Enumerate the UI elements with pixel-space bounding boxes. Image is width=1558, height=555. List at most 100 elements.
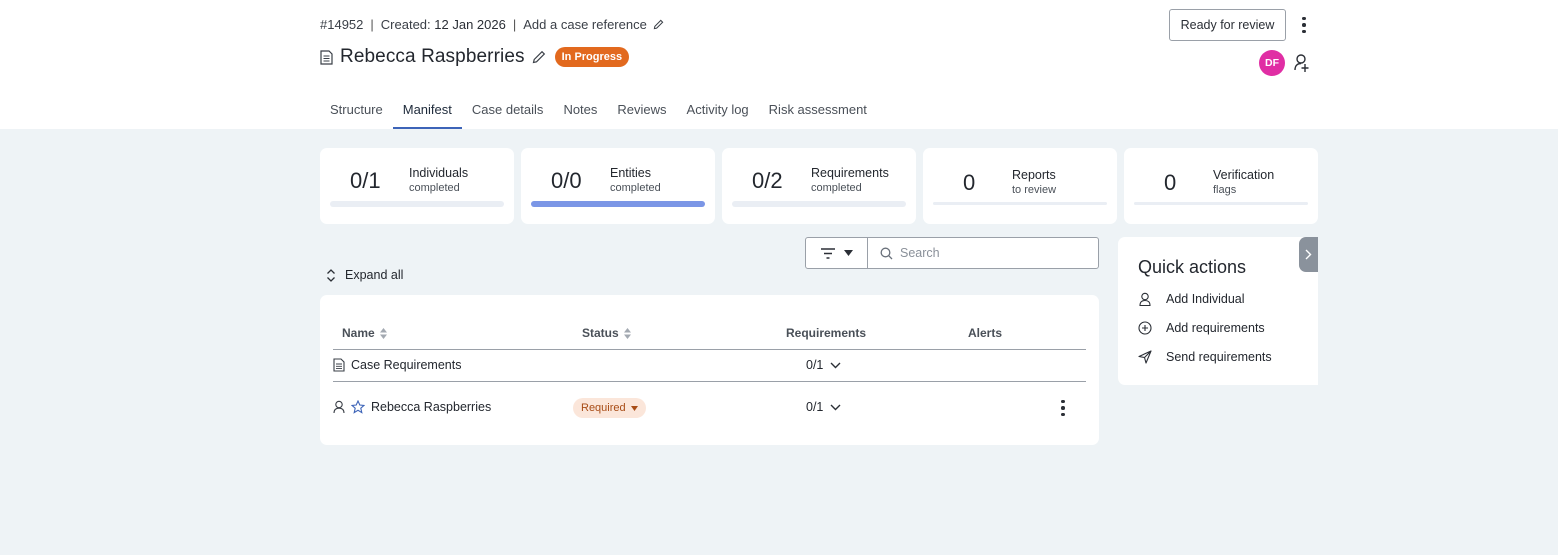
- table-divider: [333, 349, 1086, 350]
- column-header-label: Status: [582, 326, 619, 340]
- search-input[interactable]: [900, 246, 1080, 260]
- stat-value: 0: [1164, 170, 1177, 195]
- assign-user-icon[interactable]: [1293, 53, 1311, 73]
- requirements-dropdown[interactable]: 0/1: [806, 358, 841, 372]
- filter-button[interactable]: [805, 237, 868, 269]
- stat-label: Verification: [1213, 168, 1275, 182]
- stat-label: Reports: [1012, 168, 1056, 182]
- caret-down-icon: [630, 405, 638, 411]
- ready-for-review-button[interactable]: Ready for review: [1169, 9, 1286, 41]
- add-requirements-action[interactable]: Add requirements: [1138, 321, 1265, 335]
- progress-bar: [531, 201, 705, 207]
- stat-card-verification: 0 Verification flags: [1124, 148, 1318, 224]
- sort-icon: [379, 327, 387, 339]
- created-date-value: 12 Jan 2026: [434, 17, 506, 32]
- person-icon: [333, 400, 345, 414]
- stat-label: Individuals: [409, 166, 469, 180]
- tab-bar: Structure Manifest Case details Notes Re…: [320, 98, 877, 129]
- column-header-name[interactable]: Name: [342, 326, 387, 340]
- add-case-reference-link[interactable]: Add a case reference: [523, 17, 647, 32]
- status-badge: In Progress: [554, 47, 630, 67]
- stat-sub: completed: [409, 182, 460, 194]
- requirements-dropdown[interactable]: 0/1: [806, 400, 841, 414]
- stat-value: 0/2: [752, 168, 783, 193]
- column-header-status[interactable]: Status: [582, 326, 631, 340]
- column-header-requirements: Requirements: [786, 326, 866, 340]
- row-more-options-icon[interactable]: [1056, 399, 1070, 417]
- divider: [1134, 202, 1308, 205]
- stat-sub: to review: [1012, 184, 1057, 196]
- expand-icon: [327, 268, 335, 282]
- plus-circle-icon: [1138, 321, 1152, 335]
- status-label: Required: [581, 402, 626, 414]
- quick-action-label: Send requirements: [1166, 350, 1272, 364]
- stat-card-individuals: 0/1 Individuals completed: [320, 148, 514, 224]
- case-id: #14952: [320, 17, 364, 32]
- stat-card-entities: 0/0 Entities completed: [521, 148, 715, 224]
- column-header-label: Requirements: [786, 326, 867, 340]
- person-icon: [1139, 292, 1151, 306]
- search-box: [867, 237, 1099, 269]
- stat-sub: completed: [610, 182, 661, 194]
- collapse-panel-button[interactable]: [1299, 237, 1318, 272]
- row-name: Case Requirements: [351, 358, 462, 372]
- more-options-icon[interactable]: [1296, 14, 1312, 36]
- table-row-case-requirements[interactable]: Case Requirements: [333, 358, 461, 372]
- requirements-count: 0/1: [806, 400, 824, 414]
- meta-separator: |: [370, 17, 374, 32]
- case-meta: #14952 | Created: 12 Jan 2026 | Add a ca…: [320, 17, 664, 32]
- created-label: Created:: [380, 17, 431, 32]
- filter-icon: [820, 247, 835, 259]
- status-badge-required[interactable]: Required: [573, 398, 646, 418]
- edit-title-icon[interactable]: [532, 50, 546, 64]
- send-requirements-action[interactable]: Send requirements: [1138, 350, 1272, 364]
- tab-case-details[interactable]: Case details: [462, 98, 554, 129]
- expand-all-button[interactable]: Expand all: [325, 268, 403, 282]
- requirements-count: 0/1: [806, 358, 824, 372]
- stat-sub: flags: [1213, 184, 1237, 196]
- row-name: Rebecca Raspberries: [371, 400, 492, 414]
- table-divider: [333, 381, 1086, 382]
- tab-notes[interactable]: Notes: [553, 98, 607, 129]
- case-title-row: Rebecca Raspberries In Progress: [320, 46, 630, 68]
- chevron-right-icon: [1305, 249, 1312, 260]
- created-date: Created: 12 Jan 2026: [381, 17, 506, 32]
- stat-card-reports: 0 Reports to review: [923, 148, 1117, 224]
- document-icon: [333, 358, 345, 372]
- tab-activity-log[interactable]: Activity log: [677, 98, 759, 129]
- stat-value: 0/0: [551, 168, 582, 193]
- tab-manifest[interactable]: Manifest: [392, 98, 463, 129]
- column-header-label: Name: [342, 326, 375, 340]
- tab-reviews[interactable]: Reviews: [607, 98, 676, 129]
- divider: [933, 202, 1107, 205]
- chevron-down-icon: [830, 362, 841, 368]
- column-header-label: Alerts: [968, 326, 1003, 340]
- quick-actions-title: Quick actions: [1138, 257, 1247, 277]
- tab-structure[interactable]: Structure: [320, 98, 393, 129]
- search-icon: [880, 247, 893, 259]
- quick-action-label: Add Individual: [1166, 292, 1245, 306]
- expand-all-label: Expand all: [345, 268, 404, 282]
- stat-value: 0: [963, 170, 976, 195]
- sort-icon: [623, 327, 631, 339]
- stat-label: Entities: [610, 166, 651, 180]
- quick-action-label: Add requirements: [1166, 321, 1265, 335]
- table-row-rebecca-raspberries[interactable]: Rebecca Raspberries: [333, 400, 491, 414]
- stat-value: 0/1: [350, 168, 381, 193]
- page-title: Rebecca Raspberries: [340, 46, 525, 67]
- pencil-icon[interactable]: [653, 19, 664, 30]
- stat-label: Requirements: [811, 166, 889, 180]
- column-header-alerts: Alerts: [968, 326, 1002, 340]
- document-icon: [320, 49, 333, 65]
- chevron-down-icon: [830, 404, 841, 410]
- progress-fill: [531, 201, 705, 207]
- send-icon: [1138, 350, 1152, 364]
- stat-sub: completed: [811, 182, 862, 194]
- stat-card-requirements: 0/2 Requirements completed: [722, 148, 916, 224]
- avatar[interactable]: DF: [1259, 50, 1285, 76]
- caret-down-icon: [843, 250, 853, 256]
- tab-risk-assessment[interactable]: Risk assessment: [759, 98, 877, 129]
- add-individual-action[interactable]: Add Individual: [1138, 292, 1245, 306]
- progress-bar: [330, 201, 504, 207]
- star-icon[interactable]: [351, 400, 365, 414]
